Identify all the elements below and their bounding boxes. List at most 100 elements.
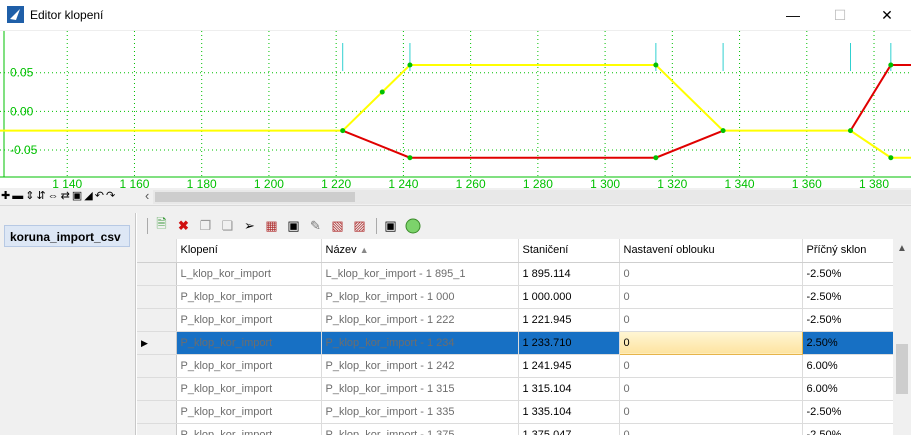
horizontal-scrollbar[interactable] — [153, 190, 911, 204]
cell-pricny-sklon[interactable]: -2.50% — [802, 262, 893, 286]
vertical-scrollbar[interactable]: ▲ — [893, 239, 911, 435]
fit-horizontal-icon[interactable]: ⇄ — [60, 191, 71, 202]
table-row[interactable]: ▶ P_klop_kor_import P_klop_kor_import - 1 … — [137, 330, 893, 355]
data-point — [888, 62, 894, 68]
cell-klopeni[interactable]: P_klop_kor_import — [176, 400, 322, 424]
add-row-icon[interactable]: 🗎 — [152, 216, 171, 235]
scroll-left-arrow[interactable]: ‹ — [145, 188, 149, 203]
cell-nastaveni-oblouku[interactable]: 0 — [619, 354, 803, 378]
column-header-nastaveni-oblouku[interactable]: Nastavení oblouku — [619, 239, 803, 263]
cell-staniceni[interactable]: 1 335.104 — [518, 400, 620, 424]
cell-staniceni[interactable]: 1 375.047 — [518, 423, 620, 435]
cell-nastaveni-oblouku[interactable]: 0 — [619, 285, 803, 309]
cell-nastaveni-oblouku[interactable]: 0 — [619, 377, 803, 401]
cell-nazev[interactable]: P_klop_kor_import - 1 234 — [321, 331, 519, 355]
maximize-button[interactable]: ☐ — [817, 0, 863, 30]
paste-icon[interactable]: ❏ — [218, 217, 237, 235]
cell-klopeni[interactable]: P_klop_kor_import — [176, 423, 322, 435]
cell-klopeni[interactable]: P_klop_kor_import — [176, 308, 322, 332]
chart-svg[interactable]: 0.050.00-0.051 140 1 160 1 180 1 200 1 220 1 … — [0, 31, 911, 189]
copy-icon[interactable]: ❐ — [196, 217, 215, 235]
table-row[interactable]: P_klop_kor_import P_klop_kor_import - 1 2… — [137, 308, 893, 332]
superelevation-chart[interactable]: 0.05 0.00 -0.05 1 140 1 160 1 180 1 200 1 220 1 … — [0, 30, 911, 189]
cell-pricny-sklon[interactable]: -2.50% — [802, 423, 893, 435]
cell-staniceni[interactable]: 1 221.945 — [518, 308, 620, 332]
zoom-in-icon[interactable]: ✚ — [0, 191, 11, 202]
fit-all-icon[interactable]: ▣ — [71, 191, 83, 202]
image-icon[interactable]: ▣ — [284, 217, 303, 235]
cell-nazev[interactable]: L_klop_kor_import - 1 895_1 — [321, 262, 519, 286]
table-row[interactable]: P_klop_kor_import P_klop_kor_import - 1 2… — [137, 354, 893, 378]
table-row[interactable]: P_klop_kor_import P_klop_kor_import - 1 3… — [137, 423, 893, 435]
row-header[interactable] — [137, 262, 177, 286]
cell-klopeni[interactable]: P_klop_kor_import — [176, 354, 322, 378]
cell-pricny-sklon[interactable]: -2.50% — [802, 400, 893, 424]
grid-edit-icon[interactable]: ▦ — [262, 217, 281, 235]
green-circle-icon[interactable] — [403, 217, 422, 235]
cell-nazev[interactable]: P_klop_kor_import - 1 222 — [321, 308, 519, 332]
table-row[interactable]: P_klop_kor_import P_klop_kor_import - 1 0… — [137, 285, 893, 309]
zoom-vertical-icon[interactable]: ⇕ — [24, 191, 35, 202]
cell-pricny-sklon[interactable]: 2.50% — [802, 331, 893, 355]
grid-settings-icon[interactable]: ▧ — [328, 217, 347, 235]
data-point — [720, 128, 726, 134]
grid-toolbar: 🗎 ✖ ❐ ❏ ➢ ▦ ▣ ✎ ▧ ▨ ▣ — [137, 213, 911, 239]
pencil-icon[interactable]: ✎ — [306, 217, 325, 235]
redo-icon[interactable]: ↷ — [105, 191, 116, 202]
column-header-klopeni[interactable]: Klopení — [176, 239, 322, 263]
column-header-staniceni[interactable]: Staničení — [518, 239, 620, 263]
row-header[interactable] — [137, 377, 177, 401]
cell-nazev[interactable]: P_klop_kor_import - 1 335 — [321, 400, 519, 424]
splitter[interactable] — [0, 205, 911, 213]
cell-nazev[interactable]: P_klop_kor_import - 1 375 — [321, 423, 519, 435]
picture-icon[interactable]: ▣ — [381, 217, 400, 235]
tree-item-koruna-import-csv[interactable]: koruna_import_csv — [4, 225, 130, 247]
scroll-up-arrow[interactable]: ▲ — [897, 243, 907, 254]
cell-pricny-sklon[interactable]: 6.00% — [802, 377, 893, 401]
data-point — [888, 155, 894, 161]
vertical-scroll-thumb[interactable] — [896, 344, 908, 394]
cell-nazev[interactable]: P_klop_kor_import - 1 242 — [321, 354, 519, 378]
row-header[interactable] — [137, 423, 177, 435]
cell-staniceni[interactable]: 1 315.104 — [518, 377, 620, 401]
cell-nazev[interactable]: P_klop_kor_import - 1 000 — [321, 285, 519, 309]
cell-klopeni[interactable]: P_klop_kor_import — [176, 331, 322, 355]
cell-nastaveni-oblouku[interactable]: 0 — [618, 330, 803, 355]
column-header-nazev[interactable]: Název ▲ — [321, 239, 519, 263]
row-header[interactable] — [137, 354, 177, 378]
cell-staniceni[interactable]: 1 000.000 — [518, 285, 620, 309]
cell-klopeni[interactable]: P_klop_kor_import — [176, 377, 322, 401]
chart-type-icon[interactable]: ◢ — [83, 191, 93, 202]
table-row[interactable]: L_klop_kor_import L_klop_kor_import - 1 8… — [137, 262, 893, 286]
row-header[interactable] — [137, 400, 177, 424]
horizontal-scroll-thumb[interactable] — [155, 192, 355, 202]
select-icon[interactable]: ➢ — [240, 217, 259, 235]
row-header[interactable] — [137, 308, 177, 332]
cell-klopeni[interactable]: L_klop_kor_import — [176, 262, 322, 286]
cell-nastaveni-oblouku[interactable]: 0 — [619, 400, 803, 424]
cell-staniceni[interactable]: 1 233.710 — [518, 331, 620, 355]
minimize-button[interactable]: — — [770, 0, 816, 30]
cell-pricny-sklon[interactable]: 6.00% — [802, 354, 893, 378]
table-row[interactable]: P_klop_kor_import P_klop_kor_import - 1 3… — [137, 400, 893, 424]
cell-pricny-sklon[interactable]: -2.50% — [802, 308, 893, 332]
cell-staniceni[interactable]: 1 241.945 — [518, 354, 620, 378]
row-header[interactable]: ▶ — [137, 331, 177, 355]
zoom-out-icon[interactable]: ▬ — [11, 191, 24, 202]
cell-nastaveni-oblouku[interactable]: 0 — [619, 308, 803, 332]
zoom-horizontal-icon[interactable]: ⇔ — [47, 191, 60, 202]
cell-nastaveni-oblouku[interactable]: 0 — [619, 262, 803, 286]
undo-icon[interactable]: ↶ — [94, 191, 105, 202]
fit-vertical-icon[interactable]: ⇵ — [35, 191, 46, 202]
grid-delete-icon[interactable]: ▨ — [350, 217, 369, 235]
table-row[interactable]: P_klop_kor_import P_klop_kor_import - 1 3… — [137, 377, 893, 401]
close-button[interactable]: ✕ — [864, 0, 910, 30]
cell-nastaveni-oblouku[interactable]: 0 — [619, 423, 803, 435]
cell-staniceni[interactable]: 1 895.114 — [518, 262, 620, 286]
cell-klopeni[interactable]: P_klop_kor_import — [176, 285, 322, 309]
delete-icon[interactable]: ✖ — [174, 217, 193, 235]
cell-nazev[interactable]: P_klop_kor_import - 1 315 — [321, 377, 519, 401]
row-header[interactable] — [137, 285, 177, 309]
cell-pricny-sklon[interactable]: -2.50% — [802, 285, 893, 309]
column-header-pricny-sklon[interactable]: Příčný sklon — [802, 239, 893, 263]
